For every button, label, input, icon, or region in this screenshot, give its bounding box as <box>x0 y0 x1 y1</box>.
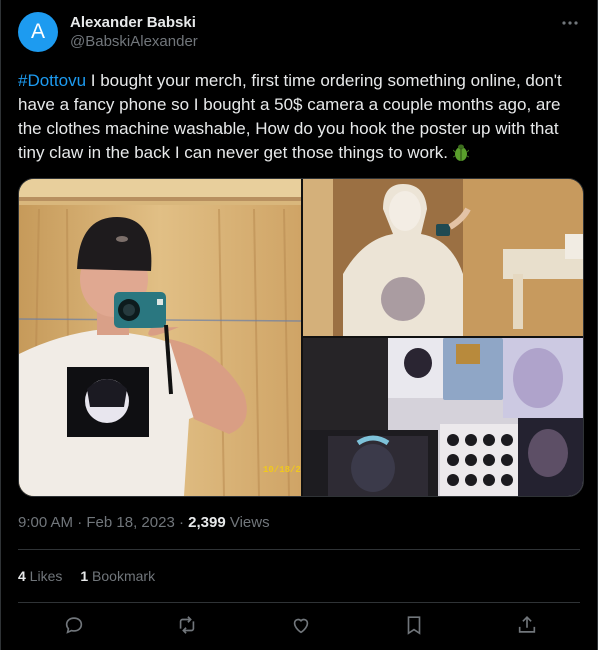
avatar-letter: A <box>30 20 45 43</box>
meta-separator: · <box>73 514 87 531</box>
tweet-meta: 9:00 AM · Feb 18, 2023 · 2,399 Views <box>18 513 270 533</box>
avatar[interactable]: A <box>18 12 58 52</box>
tweet-stats: 4 Likes 1 Bookmark <box>18 566 155 586</box>
meta-separator: · <box>174 514 189 531</box>
photo-date-stamp: 10/18/2 <box>263 465 301 475</box>
bookmarks-count: 1 <box>80 568 89 584</box>
more-icon[interactable] <box>560 14 580 32</box>
tweet-body: I bought your merch, first time ordering… <box>18 71 562 162</box>
hashtag-link[interactable]: #Dottovu <box>18 71 86 90</box>
photo-merch[interactable] <box>303 338 583 496</box>
divider <box>18 602 580 603</box>
share-icon[interactable] <box>516 614 538 636</box>
likes-count: 4 <box>18 568 26 584</box>
reply-icon[interactable] <box>63 614 85 636</box>
like-icon[interactable] <box>290 614 312 636</box>
retweet-icon[interactable] <box>176 614 198 636</box>
bookmarks-stat[interactable]: 1 Bookmark <box>80 568 155 584</box>
likes-stat[interactable]: 4 Likes <box>18 568 62 584</box>
photo-hoodie-back[interactable] <box>303 179 583 336</box>
bookmarks-label: Bookmark <box>88 568 156 584</box>
views-count: 2,399 <box>188 514 226 531</box>
tweet-time[interactable]: 9:00 AM <box>18 514 73 531</box>
tweet-detail: A Alexander Babski @BabskiAlexander #Dot… <box>0 0 598 650</box>
display-name[interactable]: Alexander Babski <box>70 13 198 32</box>
tweet-header: A Alexander Babski @BabskiAlexander <box>18 12 580 56</box>
tweet-text: #Dottovu I bought your merch, first time… <box>18 69 580 165</box>
tweet-date[interactable]: Feb 18, 2023 <box>86 514 174 531</box>
likes-label: Likes <box>25 568 63 584</box>
handle[interactable]: @BabskiAlexander <box>70 32 198 52</box>
photo-selfie[interactable]: 10/18/2 <box>19 179 301 496</box>
action-bar <box>18 612 580 640</box>
author-names: Alexander Babski @BabskiAlexander <box>70 13 198 52</box>
bookmark-icon[interactable] <box>403 614 425 636</box>
media-grid: 10/18/2 <box>18 178 584 497</box>
beetle-emoji <box>452 144 469 161</box>
views-label: Views <box>225 514 270 531</box>
divider <box>18 549 580 550</box>
